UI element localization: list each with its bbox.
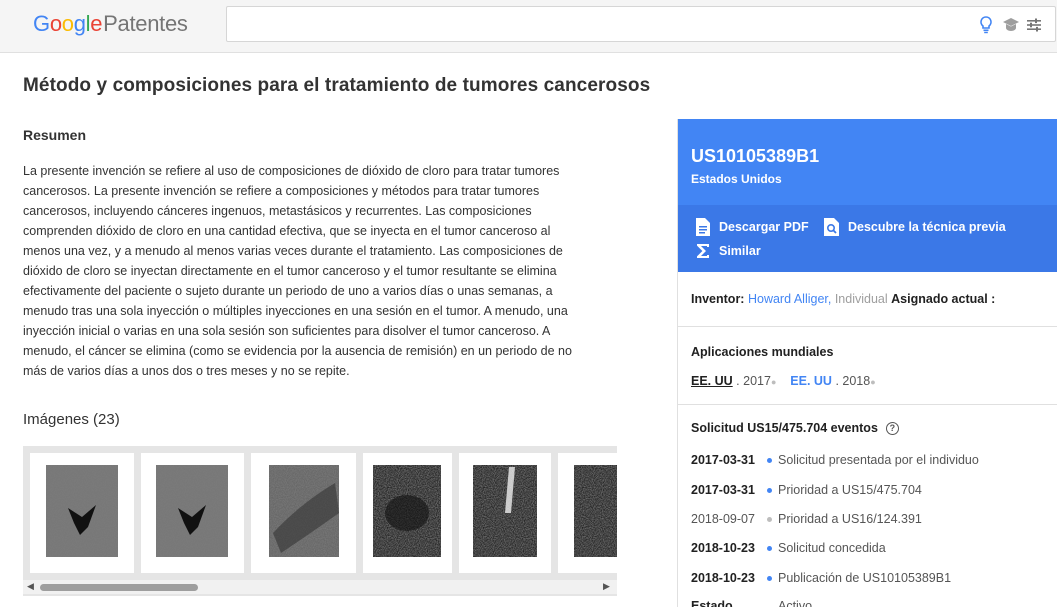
inventor-row: Inventor: Howard Alliger, Individual Asi… xyxy=(691,292,996,306)
event-row: 2017-03-31 Prioridad a US15/475.704 xyxy=(691,483,922,497)
tune-filter-icon[interactable] xyxy=(1024,15,1044,35)
event-row: 2018-10-23 Solicitud concedida xyxy=(691,541,886,555)
panel-actions: Descargar PDF Descubre la técnica previa… xyxy=(678,205,1057,272)
image-carousel: ◀ ▶ xyxy=(23,446,617,596)
scroll-left-arrow-icon[interactable]: ◀ xyxy=(27,581,34,592)
abstract-text: La presente invención se refiere al uso … xyxy=(23,164,572,378)
publication-number: US10105389B1 xyxy=(691,146,820,166)
scholar-cap-icon[interactable] xyxy=(1001,15,1021,35)
carousel-scroll-thumb[interactable] xyxy=(40,584,198,591)
divider xyxy=(678,404,1057,405)
worldwide-app-link[interactable]: EE. UU xyxy=(790,374,832,388)
worldwide-app-link[interactable]: EE. UU xyxy=(691,374,733,388)
patent-image-thumb[interactable] xyxy=(459,453,551,573)
event-row: 2017-03-31 Solicitud presentada por el in… xyxy=(691,453,979,467)
lightbulb-icon[interactable] xyxy=(976,15,996,35)
search-box xyxy=(226,6,1056,42)
top-bar: GooglePatentes xyxy=(0,0,1057,53)
download-pdf-button[interactable]: Descargar PDF xyxy=(693,217,809,237)
google-patents-logo[interactable]: GooglePatentes xyxy=(33,11,188,37)
event-row: Estado Activo xyxy=(691,599,813,607)
event-row: 2018-10-23 Publicación de US10105389B1 xyxy=(691,571,952,585)
worldwide-applications-list: EE. UU . 2017● EE. UU . 2018● xyxy=(691,374,876,388)
find-in-page-icon xyxy=(822,217,842,237)
pdf-file-icon xyxy=(693,217,713,237)
inventor-link[interactable]: Howard Alliger, xyxy=(748,292,831,306)
sigma-icon xyxy=(693,241,713,261)
dot-icon: ● xyxy=(770,377,777,387)
help-icon[interactable]: ? xyxy=(885,421,899,435)
publication-country: Estados Unidos xyxy=(691,172,782,186)
search-input[interactable] xyxy=(237,13,977,35)
patent-image-thumb[interactable] xyxy=(30,453,134,573)
events-title: Solicitud US15/475.704 eventos ? xyxy=(691,421,899,435)
prior-art-button[interactable]: Descubre la técnica previa xyxy=(822,217,1006,237)
patent-image-thumb[interactable] xyxy=(363,453,452,573)
patent-image-thumb[interactable] xyxy=(251,453,356,573)
event-row: 2018-09-07 Prioridad a US16/124.391 xyxy=(691,512,922,526)
images-heading: Imágenes (23) xyxy=(23,411,120,428)
abstract-heading: Resumen xyxy=(23,127,87,143)
patent-info-panel: US10105389B1 Estados Unidos Descargar PD… xyxy=(677,119,1057,607)
patent-image-thumb[interactable] xyxy=(558,453,617,573)
similar-button[interactable]: Similar xyxy=(693,241,761,261)
divider xyxy=(678,326,1057,327)
worldwide-applications-title: Aplicaciones mundiales xyxy=(691,345,834,359)
patent-image-thumb[interactable] xyxy=(141,453,244,573)
page-title: Método y composiciones para el tratamien… xyxy=(23,75,651,96)
scroll-right-arrow-icon[interactable]: ▶ xyxy=(603,581,610,592)
dot-icon: ● xyxy=(870,377,876,387)
